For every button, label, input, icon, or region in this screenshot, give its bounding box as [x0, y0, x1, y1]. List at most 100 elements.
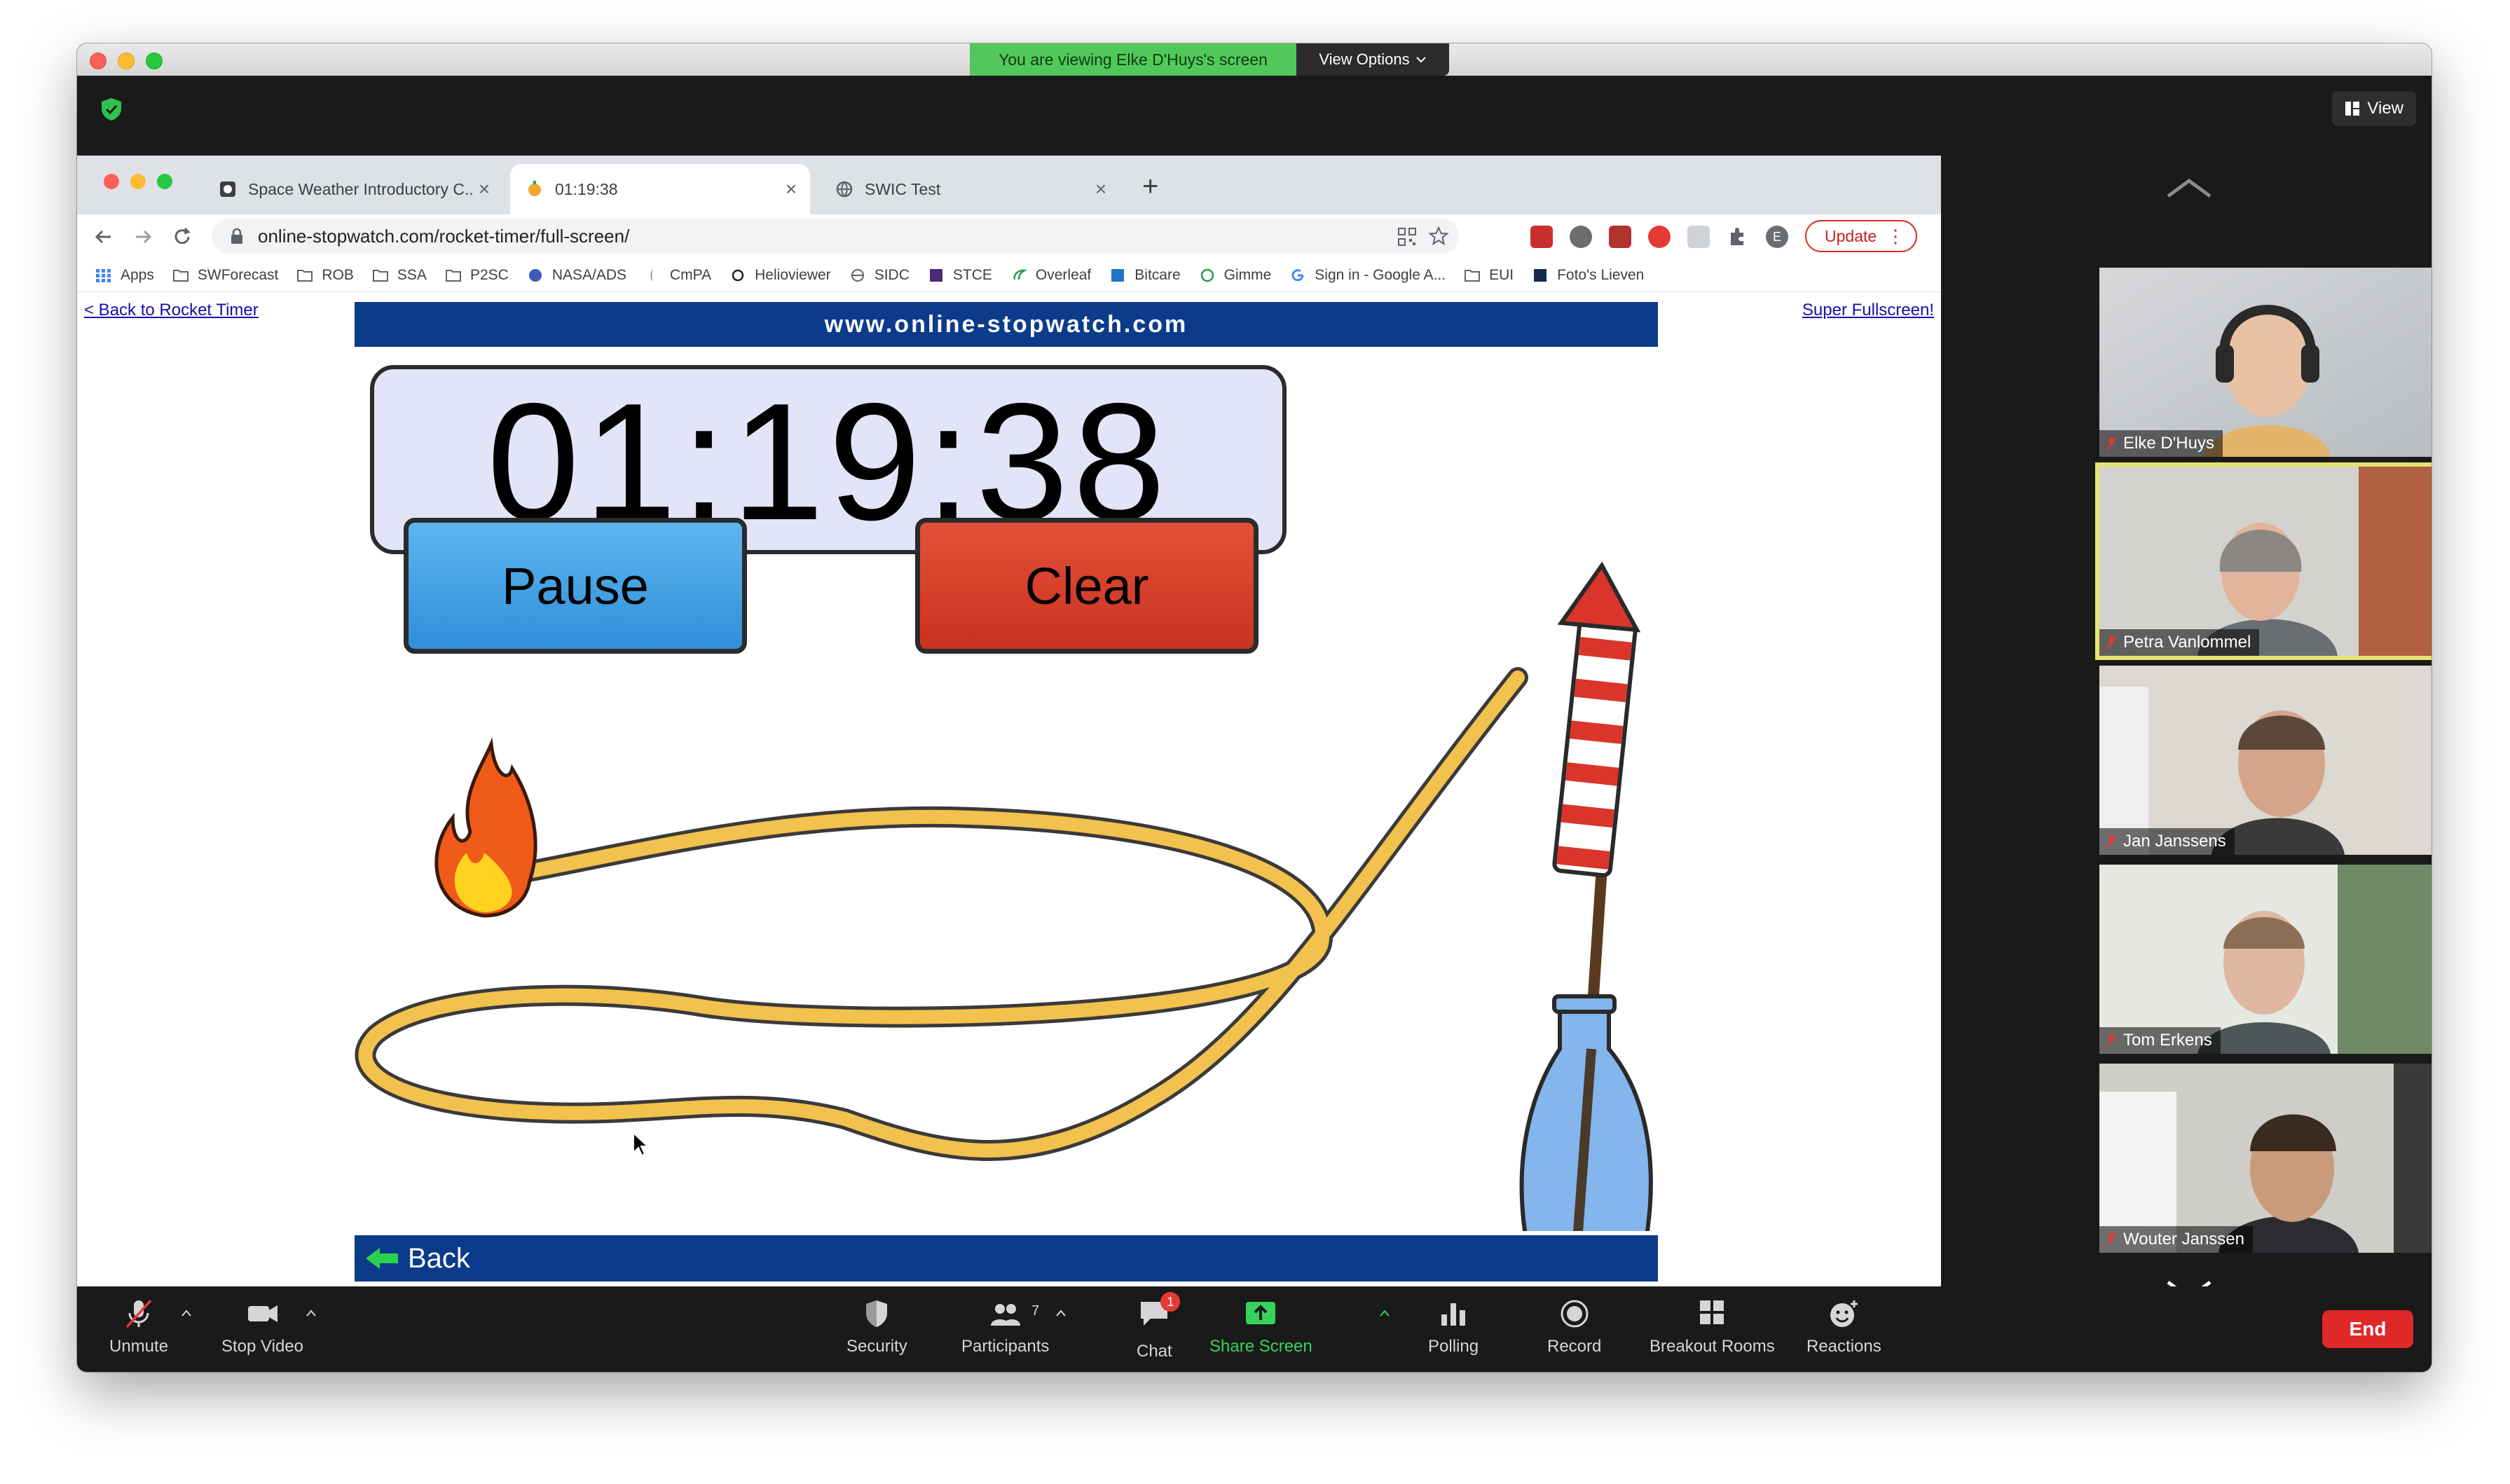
tab-space-weather[interactable]: Space Weather Introductory C... × — [203, 164, 503, 214]
address-bar[interactable]: online-stopwatch.com/rocket-timer/full-s… — [212, 219, 1459, 254]
participant-tile[interactable]: Tom Erkens — [2099, 865, 2432, 1054]
participants-caret-icon[interactable] — [1055, 1309, 1067, 1317]
security-button[interactable]: Security — [846, 1298, 907, 1356]
polling-bars-icon — [1441, 1303, 1466, 1326]
share-screen-arrow-icon — [1246, 1302, 1276, 1324]
close-tab-icon[interactable]: × — [781, 178, 802, 200]
update-button[interactable]: Update ⋮ — [1805, 220, 1917, 252]
browser-maximize-button[interactable] — [157, 174, 172, 189]
lock-icon — [231, 228, 242, 244]
view-options-button[interactable]: View Options — [1296, 43, 1449, 76]
zoom-top-bar: View — [77, 76, 2432, 154]
participant-tile[interactable]: Jan Janssens — [2099, 666, 2432, 855]
browser-minimize-button[interactable] — [130, 174, 146, 189]
close-window-button[interactable] — [90, 53, 107, 69]
bookmark-item[interactable]: EUI — [1464, 267, 1514, 284]
tab-swic-test[interactable]: SWIC Test × — [820, 164, 1120, 214]
clear-button[interactable]: Clear — [915, 518, 1259, 654]
folder-icon — [445, 270, 461, 282]
close-tab-icon[interactable]: × — [474, 178, 495, 200]
reactions-button[interactable]: Reactions — [1806, 1298, 1881, 1356]
participant-tile[interactable]: Wouter Janssen — [2099, 1064, 2432, 1253]
folder-icon — [1465, 270, 1481, 282]
back-to-rocket-timer-link[interactable]: < Back to Rocket Timer — [84, 301, 259, 320]
bookmark-item[interactable]: STCE — [928, 267, 992, 284]
mouse-cursor-icon — [633, 1131, 650, 1157]
share-options-caret-icon[interactable] — [1379, 1309, 1390, 1317]
tab-stopwatch[interactable]: 01:19:38 × — [510, 164, 810, 214]
breakout-rooms-button[interactable]: Breakout Rooms — [1650, 1298, 1775, 1356]
new-tab-button[interactable]: + — [1142, 171, 1158, 202]
url-text: online-stopwatch.com/rocket-timer/full-s… — [258, 225, 630, 247]
chevron-up-icon[interactable] — [2164, 175, 2214, 200]
record-circle-icon — [1561, 1300, 1589, 1328]
profile-avatar[interactable]: E — [1766, 226, 1788, 248]
tab-title: SWIC Test — [865, 179, 941, 198]
bookmark-item[interactable]: Foto's Lieven — [1532, 267, 1644, 284]
chat-button[interactable]: 1 Chat — [1137, 1292, 1181, 1361]
extension-cast-icon[interactable] — [1687, 226, 1710, 248]
bookmark-item[interactable]: Apps — [95, 267, 154, 284]
meeting-controls: Unmute Stop Video Security Participants … — [77, 1286, 2432, 1372]
bookmark-label: Sign in - Google A... — [1315, 267, 1446, 283]
bookmarks-bar: Apps SWForecast ROB SSA P2SC NASA/ADS Cm… — [77, 259, 1941, 292]
bookmark-item[interactable]: Gimme — [1199, 267, 1271, 284]
bookmark-item[interactable]: SSA — [372, 267, 427, 284]
bookmark-item[interactable]: SWForecast — [172, 267, 278, 284]
bookmark-item[interactable]: Helioviewer — [729, 267, 831, 284]
extension-red-icon[interactable] — [1530, 226, 1553, 248]
audio-options-caret-icon[interactable] — [181, 1309, 192, 1317]
globe-icon — [836, 181, 853, 198]
bookmark-star-icon[interactable] — [1428, 226, 1449, 247]
bookmark-item[interactable]: SIDC — [849, 267, 910, 284]
share-screen-button[interactable]: Share Screen — [1209, 1298, 1312, 1356]
super-fullscreen-link[interactable]: Super Fullscreen! — [1802, 301, 1934, 320]
browser-tab-strip: Space Weather Introductory C... × 01:19:… — [77, 156, 1941, 214]
bookmark-item[interactable]: ROB — [296, 267, 354, 284]
encryption-shield-icon[interactable] — [100, 97, 123, 122]
bitcare-icon — [1111, 269, 1125, 282]
qr-code-icon[interactable] — [1397, 227, 1417, 247]
record-button[interactable]: Record — [1547, 1298, 1601, 1356]
bookmark-label: STCE — [952, 267, 992, 283]
participant-tile[interactable]: Elke D'Huys — [2099, 268, 2432, 457]
extension-circle-icon[interactable] — [1570, 226, 1592, 248]
back-button[interactable]: Back — [355, 1235, 1658, 1282]
view-options-label: View Options — [1319, 50, 1410, 68]
bookmark-item[interactable]: Sign in - Google A... — [1289, 267, 1446, 284]
extension-badge-icon[interactable] — [1609, 226, 1631, 248]
record-label: Record — [1547, 1337, 1602, 1356]
bookmark-label: Bitcare — [1134, 267, 1181, 283]
polling-button[interactable]: Polling — [1428, 1298, 1479, 1356]
close-tab-icon[interactable]: × — [1090, 178, 1111, 200]
stop-video-button[interactable]: Stop Video — [221, 1298, 303, 1356]
bookmark-item[interactable]: Bitcare — [1109, 267, 1181, 284]
participant-name: Tom Erkens — [2123, 1031, 2212, 1050]
extension-block-icon[interactable] — [1648, 226, 1671, 248]
video-feed — [2099, 666, 2432, 855]
bookmark-label: SIDC — [874, 267, 910, 283]
cmpa-icon — [650, 269, 654, 282]
forward-arrow-icon[interactable] — [130, 224, 156, 249]
participant-tile-active-speaker[interactable]: Petra Vanlommel — [2095, 462, 2432, 660]
end-meeting-button[interactable]: End — [2322, 1310, 2413, 1348]
bookmark-item[interactable]: Overleaf — [1010, 267, 1091, 284]
muted-microphone-icon — [125, 1299, 152, 1328]
video-options-caret-icon[interactable] — [306, 1309, 317, 1317]
minimize-window-button[interactable] — [118, 53, 135, 69]
globe-icon — [851, 269, 864, 282]
participants-label: Participants — [961, 1337, 1050, 1356]
bookmark-item[interactable]: CmPA — [645, 267, 711, 284]
update-label: Update — [1825, 226, 1877, 245]
zoom-window-button[interactable] — [146, 53, 163, 69]
view-layout-button[interactable]: View — [2332, 91, 2416, 126]
back-arrow-icon[interactable] — [91, 224, 116, 249]
browser-close-button[interactable] — [104, 174, 119, 189]
bookmark-item[interactable]: NASA/ADS — [527, 267, 626, 284]
reload-icon[interactable] — [170, 224, 195, 249]
unmute-button[interactable]: Unmute — [109, 1298, 168, 1356]
pause-button[interactable]: Pause — [404, 518, 747, 654]
bookmark-label: EUI — [1489, 267, 1514, 283]
bookmark-item[interactable]: P2SC — [445, 267, 509, 284]
extensions-puzzle-icon[interactable] — [1727, 226, 1749, 248]
